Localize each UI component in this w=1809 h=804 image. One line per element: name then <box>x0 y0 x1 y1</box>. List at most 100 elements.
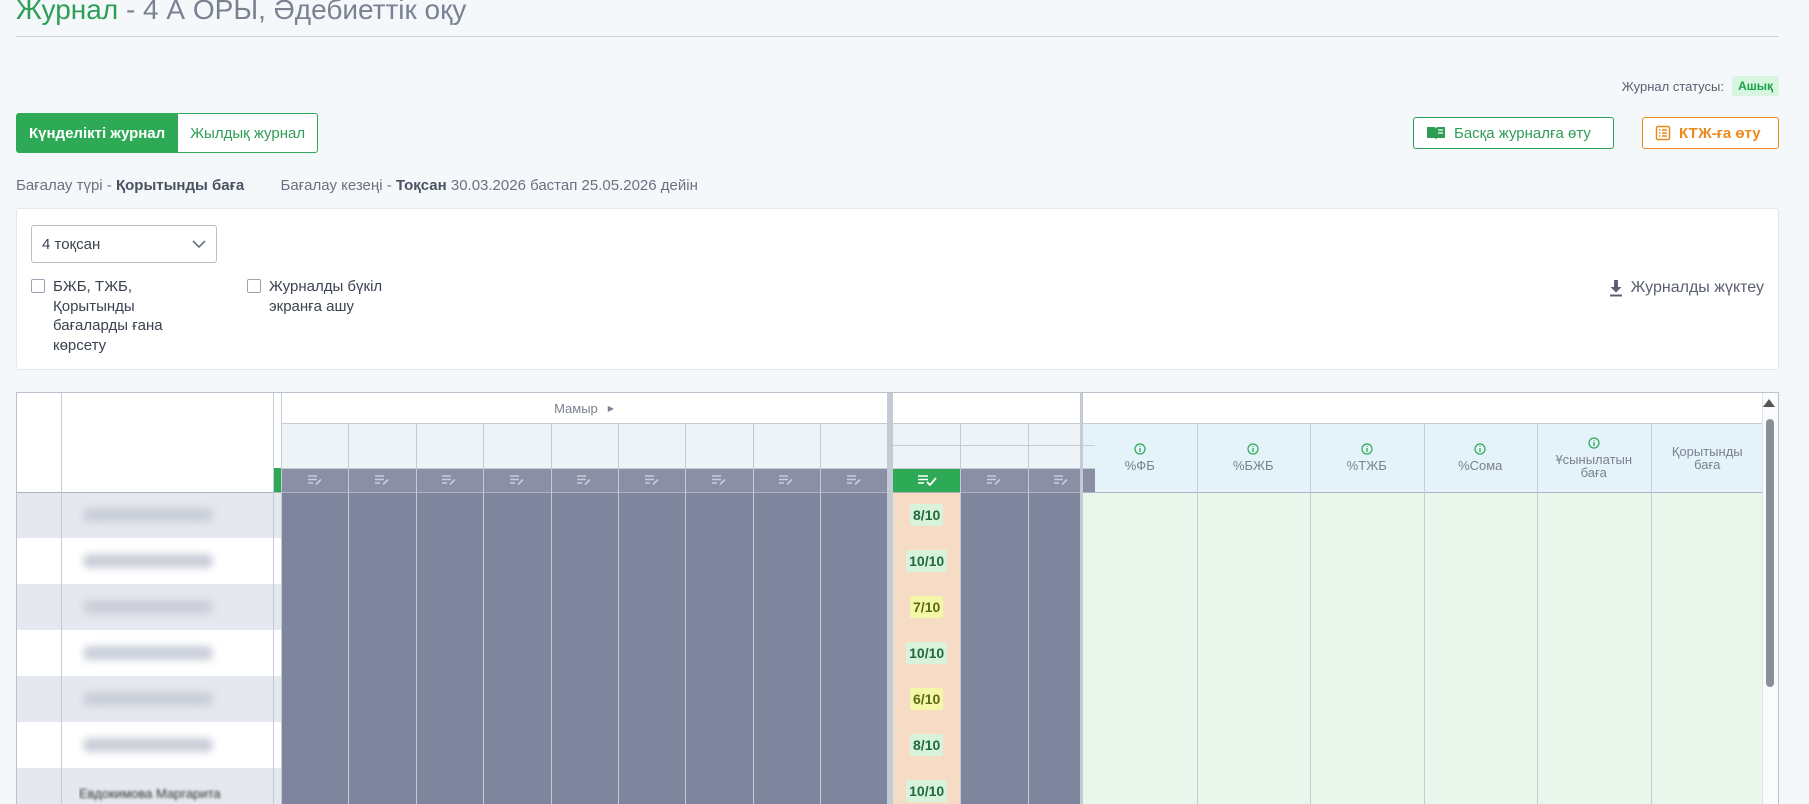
grade-badge[interactable]: 8/10 <box>910 734 944 756</box>
blurred-name <box>83 508 213 522</box>
blurred-name <box>83 600 213 614</box>
calc-cell <box>1651 538 1765 584</box>
calc-cell <box>1197 722 1311 768</box>
student-name[interactable] <box>79 680 241 718</box>
student-name[interactable] <box>79 634 241 672</box>
blocked-cells <box>281 722 887 768</box>
grade-badge[interactable]: 10/10 <box>906 550 948 572</box>
edit-row-green-marker <box>273 468 281 492</box>
edit-icon[interactable] <box>348 468 415 492</box>
edit-icon[interactable] <box>416 468 483 492</box>
col-divider <box>752 423 754 804</box>
student-name[interactable] <box>79 542 241 580</box>
info-icon[interactable] <box>1588 436 1600 449</box>
summative-date-header[interactable] <box>893 445 960 468</box>
date-header[interactable] <box>685 423 752 468</box>
student-name[interactable] <box>79 588 241 626</box>
edit-icon[interactable] <box>960 468 1027 492</box>
calc-cell <box>1197 492 1311 538</box>
calc-cell <box>1310 722 1424 768</box>
grade-badge[interactable]: 7/10 <box>910 596 944 618</box>
date-header[interactable] <box>551 423 618 468</box>
grade-badge[interactable]: 8/10 <box>910 504 944 526</box>
summative-grade-cell[interactable]: 10/10 <box>893 538 960 584</box>
summative-grade-cell[interactable]: 10/10 <box>893 768 960 804</box>
student-name[interactable]: Евдокимова Маргарита <box>79 772 241 804</box>
summative-name-header[interactable] <box>893 423 960 445</box>
edit-icon[interactable] <box>820 468 887 492</box>
summative-grade-cell[interactable]: 8/10 <box>893 492 960 538</box>
calc-cell <box>1197 676 1311 722</box>
edit-icon[interactable] <box>753 468 820 492</box>
list-doc-icon <box>1655 125 1671 141</box>
summative-grade-cell[interactable]: 7/10 <box>893 584 960 630</box>
calc-cell <box>1537 676 1651 722</box>
summative-grade-cell[interactable]: 8/10 <box>893 722 960 768</box>
blocked-cells <box>281 584 887 630</box>
tab-annual-journal[interactable]: Жылдық журнал <box>178 113 319 153</box>
date-header[interactable] <box>483 423 550 468</box>
scrollbar-thumb[interactable] <box>1766 419 1774 687</box>
checkbox-box[interactable] <box>31 279 45 293</box>
date-header[interactable] <box>753 423 820 468</box>
edit-icon[interactable] <box>483 468 550 492</box>
col-divider <box>1310 423 1311 804</box>
label-line: Қорытынды <box>53 297 135 315</box>
other-journal-button[interactable]: Басқа журналға өту <box>1413 117 1614 149</box>
calc-cell <box>1310 538 1424 584</box>
edit-icon[interactable] <box>281 468 348 492</box>
info-icon[interactable] <box>1134 443 1146 455</box>
summative-date-header[interactable] <box>960 445 1027 468</box>
student-name[interactable] <box>79 496 241 534</box>
col-divider <box>685 423 687 804</box>
calc-cell <box>1083 676 1197 722</box>
only-summative-label: БЖБ, ТЖБ, Қорытынды бағаларды ғана көрсе… <box>53 277 163 355</box>
col-divider <box>960 423 962 804</box>
edit-icon[interactable] <box>685 468 752 492</box>
calc-cell <box>1310 676 1424 722</box>
info-icon[interactable] <box>1474 443 1486 455</box>
calc-cell <box>1083 722 1197 768</box>
ktzh-button[interactable]: КТЖ-ға өту <box>1642 117 1779 149</box>
date-header[interactable] <box>416 423 483 468</box>
grade-badge[interactable]: 10/10 <box>906 642 948 664</box>
row-number <box>17 538 61 584</box>
calc-cell <box>1537 584 1651 630</box>
grade-badge[interactable]: 10/10 <box>906 780 948 802</box>
edit-check-icon[interactable] <box>893 468 960 492</box>
label-line: көрсету <box>53 336 107 354</box>
row-number <box>17 676 61 722</box>
edit-icon[interactable] <box>618 468 685 492</box>
grade-badge[interactable]: 6/10 <box>910 688 944 710</box>
date-header[interactable] <box>348 423 415 468</box>
calc-col-header: %БЖБ <box>1197 423 1311 492</box>
calc-cell <box>1197 538 1311 584</box>
checkbox-box[interactable] <box>247 279 261 293</box>
edit-icon[interactable] <box>551 468 618 492</box>
calc-cell <box>1651 768 1765 804</box>
student-name[interactable] <box>79 726 241 764</box>
scroll-up-icon[interactable] <box>1763 399 1775 407</box>
summative-name-header[interactable] <box>960 423 1027 445</box>
row-gap <box>273 722 281 768</box>
month-header[interactable]: Мамыр ▶ <box>281 393 887 423</box>
other-journal-label: Басқа журналға өту <box>1454 124 1591 142</box>
calc-cell <box>1424 768 1538 804</box>
summative-grade-cell[interactable]: 6/10 <box>893 676 960 722</box>
tab-daily-journal[interactable]: Күнделікті журнал <box>16 113 179 153</box>
row-number <box>17 722 61 768</box>
summative-grade-cell[interactable]: 10/10 <box>893 630 960 676</box>
date-header[interactable] <box>618 423 685 468</box>
date-header[interactable] <box>820 423 887 468</box>
row-gap <box>273 538 281 584</box>
calc-col-label: %ТЖБ <box>1346 458 1387 473</box>
date-header[interactable] <box>281 423 348 468</box>
only-summative-checkbox[interactable]: БЖБ, ТЖБ, Қорытынды бағаларды ғана көрсе… <box>31 277 163 355</box>
calc-cell <box>1310 584 1424 630</box>
quarter-select[interactable]: 4 тоқсан <box>31 225 217 263</box>
info-icon[interactable] <box>1361 443 1373 455</box>
download-journal-button[interactable]: Журналды жүктеу <box>1609 279 1764 297</box>
fullscreen-checkbox[interactable]: Журналды бүкіл экранға ашу <box>247 277 382 316</box>
table-scrollbar[interactable] <box>1762 393 1778 804</box>
info-icon[interactable] <box>1247 443 1259 455</box>
